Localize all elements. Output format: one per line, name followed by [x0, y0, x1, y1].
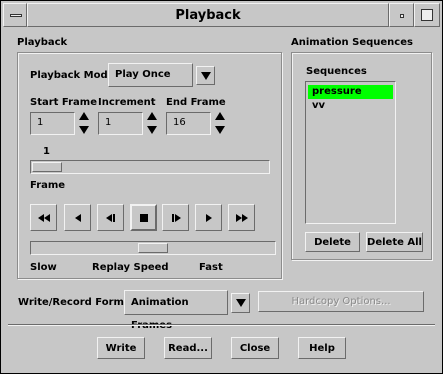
- maximize-icon: [421, 9, 433, 21]
- sequences-list-label: Sequences: [306, 66, 367, 77]
- increment-label: Increment: [98, 97, 156, 108]
- list-item[interactable]: vv: [308, 99, 393, 113]
- end-frame-label: End Frame: [166, 97, 226, 108]
- replay-speed-slider-thumb[interactable]: [138, 243, 168, 253]
- rewind-icon: [37, 213, 50, 222]
- play-reverse-icon: [105, 213, 116, 222]
- replay-speed-label: Replay Speed: [92, 262, 169, 273]
- write-record-format-dropdown-button[interactable]: [231, 293, 250, 313]
- arrow-down-icon[interactable]: [215, 126, 225, 134]
- playback-mode-select[interactable]: Play Once: [108, 63, 193, 87]
- chevron-down-icon: [200, 71, 211, 80]
- frame-slider-thumb[interactable]: [32, 162, 62, 172]
- write-record-format-label: Write/Record Format: [18, 297, 136, 308]
- play-forward-icon: [171, 213, 181, 222]
- increment-spinner[interactable]: [145, 111, 159, 135]
- write-record-format-select[interactable]: Animation Frames: [124, 290, 228, 331]
- arrow-up-icon[interactable]: [79, 112, 89, 120]
- step-forward-button[interactable]: [195, 204, 222, 231]
- start-frame-label: Start Frame: [30, 97, 97, 108]
- playback-mode-dropdown-button[interactable]: [196, 66, 215, 85]
- start-frame-spinner[interactable]: [77, 111, 91, 135]
- window-title: Playback: [27, 3, 389, 27]
- speed-slow-label: Slow: [30, 262, 57, 273]
- rewind-button[interactable]: [30, 204, 57, 231]
- playback-group-label: Playback: [17, 37, 68, 48]
- stop-icon: [139, 213, 148, 222]
- replay-speed-slider[interactable]: [30, 241, 276, 255]
- stop-button[interactable]: [130, 204, 157, 231]
- play-forward-button[interactable]: [162, 204, 189, 231]
- frame-label: Frame: [30, 180, 66, 191]
- hardcopy-options-button: Hardcopy Options...: [258, 291, 424, 312]
- window-menu-button[interactable]: [3, 3, 27, 27]
- hardcopy-options-label: Hardcopy Options...: [291, 296, 391, 307]
- step-forward-icon: [205, 213, 212, 222]
- close-button[interactable]: Close: [231, 337, 279, 359]
- arrow-up-icon[interactable]: [147, 112, 157, 120]
- read-button[interactable]: Read...: [164, 337, 212, 359]
- separator: [8, 324, 435, 326]
- minimize-icon: [400, 14, 404, 18]
- delete-all-button[interactable]: Delete All: [366, 232, 423, 252]
- start-frame-input[interactable]: 1: [30, 112, 75, 135]
- fast-forward-icon: [235, 213, 248, 222]
- animation-sequences-group-label: Animation Sequences: [291, 37, 413, 48]
- end-frame-spinner[interactable]: [213, 111, 227, 135]
- fast-forward-button[interactable]: [228, 204, 255, 231]
- window-menu-icon: [10, 14, 22, 17]
- arrow-up-icon[interactable]: [215, 112, 225, 120]
- list-item[interactable]: pressure: [308, 85, 393, 99]
- playback-mode-label: Playback Mode: [30, 70, 115, 81]
- frame-slider[interactable]: [30, 160, 270, 174]
- frame-value-readout: 1: [43, 146, 50, 157]
- delete-button[interactable]: Delete: [305, 232, 360, 252]
- maximize-button[interactable]: [414, 3, 440, 27]
- chevron-down-icon: [235, 299, 246, 307]
- help-button[interactable]: Help: [298, 337, 346, 359]
- write-button[interactable]: Write: [97, 337, 145, 359]
- increment-input[interactable]: 1: [98, 112, 143, 135]
- step-back-button[interactable]: [64, 204, 91, 231]
- arrow-down-icon[interactable]: [147, 126, 157, 134]
- minimize-button[interactable]: [389, 3, 414, 27]
- arrow-down-icon[interactable]: [79, 126, 89, 134]
- step-back-icon: [74, 213, 81, 222]
- sequences-list[interactable]: pressure vv: [305, 81, 396, 224]
- play-reverse-button[interactable]: [97, 204, 124, 231]
- speed-fast-label: Fast: [199, 262, 223, 273]
- end-frame-input[interactable]: 16: [166, 112, 211, 135]
